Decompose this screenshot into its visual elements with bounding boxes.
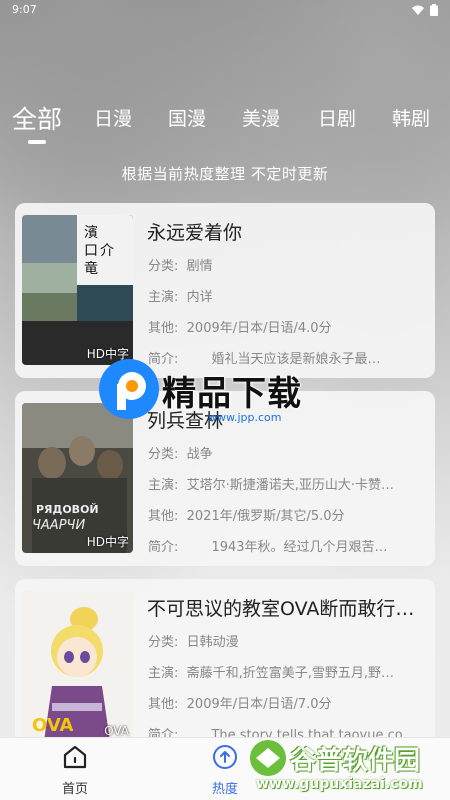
movie-cast: 主演: 内详 xyxy=(148,290,213,305)
watermark-url-2: www.gupuxiazai.com xyxy=(256,776,423,792)
svg-text:口: 口 xyxy=(84,243,98,259)
movie-other: 其他: 2009年/日本/日语/7.0分 xyxy=(148,697,332,712)
movie-intro: 简介: 婚礼当天应该是新娘永子最… xyxy=(148,352,381,367)
tab-japanese-drama[interactable]: 日剧 xyxy=(318,104,356,131)
poster-image[interactable]: 濱 口 竜 介 HD中字 xyxy=(22,215,133,365)
category-tabs: 全部 日漫 国漫 美漫 日剧 韩剧 xyxy=(0,104,450,144)
poster-image[interactable]: OVA OVA xyxy=(22,591,133,741)
status-bar: 9:07 xyxy=(0,0,450,22)
watermark-logo-2 xyxy=(250,740,286,776)
svg-text:竜: 竜 xyxy=(84,260,98,277)
poster-image[interactable]: РЯДОВОЙ ЧААРЧИ HD中字 xyxy=(22,403,133,553)
svg-text:濱: 濱 xyxy=(84,225,98,241)
movie-category: 分类: 日韩动漫 xyxy=(148,635,239,650)
svg-text:OVA: OVA xyxy=(32,715,74,736)
svg-text:介: 介 xyxy=(100,243,114,259)
tab-korean-drama[interactable]: 韩剧 xyxy=(392,104,430,131)
movie-card[interactable]: OVA OVA 不可思议的教室OVA断而敢行… 分类: 日韩动漫 主演: 斋藤千… xyxy=(15,579,435,754)
movie-card[interactable]: 濱 口 竜 介 HD中字 永远爱着你 分类: 剧情 主演: 内详 其他: 200… xyxy=(15,203,435,378)
svg-text:ЧААРЧИ: ЧААРЧИ xyxy=(32,518,85,533)
movie-other: 其他: 2009年/日本/日语/4.0分 xyxy=(148,321,332,336)
watermark-text-2: 谷普软件园 xyxy=(290,746,421,776)
wifi-icon xyxy=(412,5,424,15)
watermark-url: www.jpp.com xyxy=(208,411,282,424)
nav-home[interactable]: 首页 xyxy=(35,744,115,797)
tab-chinese-anime[interactable]: 国漫 xyxy=(168,104,206,131)
home-icon xyxy=(63,745,87,769)
movie-title[interactable]: 永远爱着你 xyxy=(147,218,427,245)
movie-cast: 主演: 斋藤千和,折笠富美子,雪野五月,野… xyxy=(148,666,395,681)
tab-american-anime[interactable]: 美漫 xyxy=(242,104,280,131)
movie-category: 分类: 战争 xyxy=(148,447,213,462)
watermark-text: 精品下载 xyxy=(162,374,302,414)
movie-other: 其他: 2021年/俄罗斯/其它/5.0分 xyxy=(148,509,345,524)
movie-category: 分类: 剧情 xyxy=(148,259,213,274)
quality-tag: OVA xyxy=(104,724,129,738)
nav-home-label: 首页 xyxy=(61,782,88,797)
status-icons xyxy=(412,4,438,16)
movie-intro: 简介: 1943年秋。经过几个月艰苦… xyxy=(148,540,388,555)
list-subtitle: 根据当前热度整理 不定时更新 xyxy=(121,165,329,183)
nav-hot-label: 热度 xyxy=(211,782,238,797)
battery-icon xyxy=(430,4,438,16)
svg-text:РЯДОВОЙ: РЯДОВОЙ xyxy=(36,503,99,516)
status-time: 9:07 xyxy=(12,3,37,16)
movie-title[interactable]: 不可思议的教室OVA断而敢行… xyxy=(147,594,427,621)
watermark-logo xyxy=(99,359,159,419)
movie-cast: 主演: 艾塔尔·斯捷潘诺夫,亚历山大·卡赞… xyxy=(148,478,395,493)
quality-tag: HD中字 xyxy=(86,535,129,549)
trending-up-icon xyxy=(213,745,237,769)
tab-all[interactable]: 全部 xyxy=(12,100,62,136)
tab-japanese-anime[interactable]: 日漫 xyxy=(94,104,132,131)
tab-active-indicator xyxy=(28,140,46,144)
